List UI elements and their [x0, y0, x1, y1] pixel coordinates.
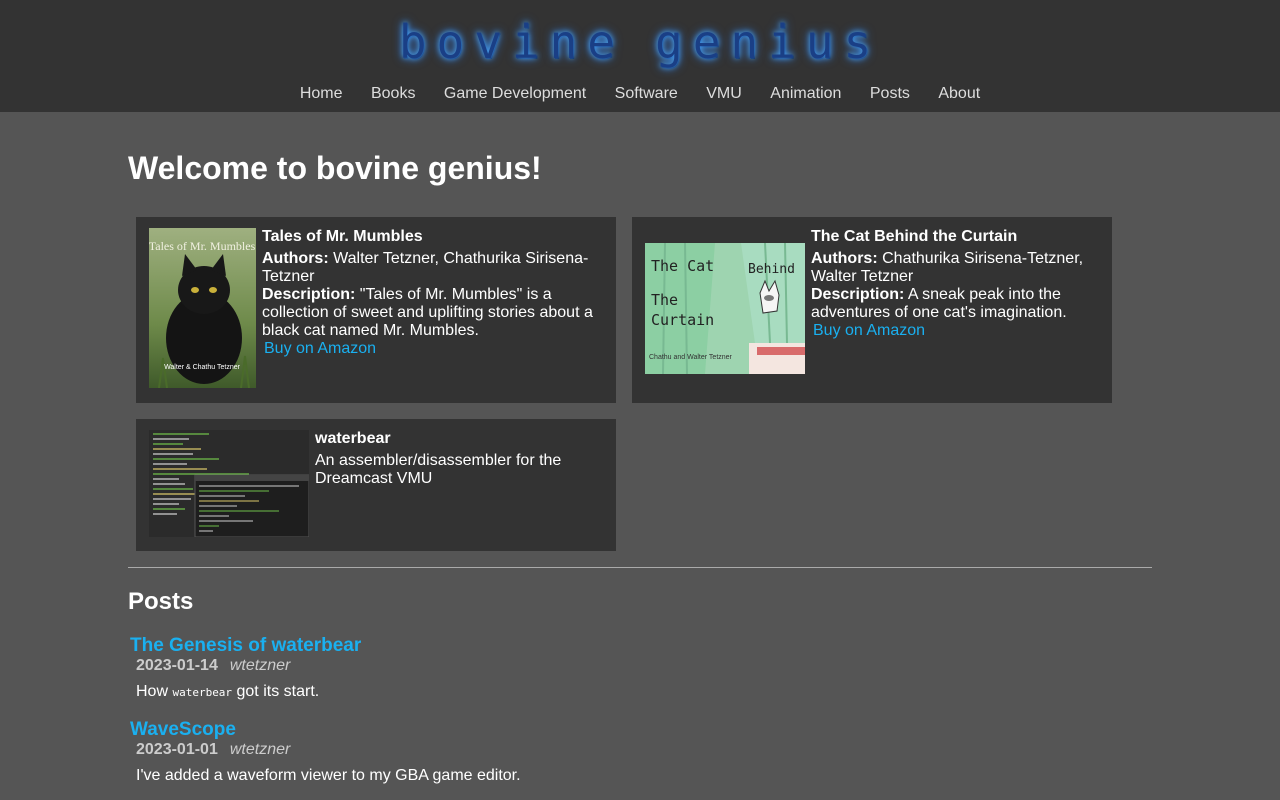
nav-animation[interactable]: Animation: [770, 84, 841, 104]
post-summary: How waterbear got its start.: [136, 683, 1030, 702]
book-info: Tales of Mr. Mumbles Authors: Walter Tet…: [262, 228, 602, 358]
book-cover-cat-behind-curtain[interactable]: The Cat Behind The Curtain Chathu and Wa…: [645, 243, 805, 374]
book-card-mr-mumbles: Tales of Mr. Mumbles Walter & Chathu Tet…: [136, 217, 616, 403]
post-date: 2023-01-14: [136, 657, 218, 674]
black-cat-cover-image: Tales of Mr. Mumbles Walter & Chathu Tet…: [149, 228, 256, 388]
waterbear-screenshot[interactable]: [149, 430, 309, 537]
authors-label: Authors:: [811, 250, 878, 267]
post-meta: 2023-01-14 wtetzner: [136, 657, 1030, 675]
cover-text-the-cat: The Cat: [651, 257, 714, 275]
buy-on-amazon-link[interactable]: Buy on Amazon: [813, 322, 925, 340]
book-description: Description: "Tales of Mr. Mumbles" is a…: [262, 286, 602, 340]
summary-code: waterbear: [172, 686, 233, 699]
software-info: waterbear An assembler/disassembler for …: [315, 430, 605, 488]
summary-text: got its start.: [232, 683, 320, 700]
post-summary: I've added a waveform viewer to my GBA g…: [136, 767, 521, 784]
book-info: The Cat Behind the Curtain Authors: Chat…: [811, 228, 1101, 340]
post-title-link[interactable]: The Genesis of waterbear: [130, 635, 361, 656]
book-card-cat-behind-curtain: The Cat Behind The Curtain Chathu and Wa…: [632, 217, 1112, 403]
posts-heading: Posts: [128, 588, 194, 615]
nav-posts[interactable]: Posts: [870, 84, 910, 104]
code-editor-screenshot-image: [149, 430, 309, 537]
book-title: Tales of Mr. Mumbles: [262, 228, 423, 245]
post-item: The Genesis of waterbear 2023-01-14 wtetz…: [130, 635, 1030, 702]
post-title-link[interactable]: WaveScope: [130, 719, 236, 740]
summary-text: How: [136, 683, 173, 700]
authors-label: Authors:: [262, 250, 329, 267]
cover-text-curtain: Curtain: [651, 311, 714, 329]
description-label: Description:: [262, 286, 356, 303]
nav-books[interactable]: Books: [371, 84, 415, 104]
cover-text-behind: Behind: [748, 262, 795, 277]
cover-author-text: Chathu and Walter Tetzner: [649, 354, 733, 361]
post-author: wtetzner: [229, 657, 291, 674]
cover-author-text: Walter & Chathu Tetzner: [164, 364, 241, 371]
cover-title-text: Tales of Mr. Mumbles: [149, 239, 256, 253]
page-title: Welcome to bovine genius!: [128, 150, 542, 186]
nav-software[interactable]: Software: [615, 84, 678, 104]
post-item: WaveScope 2023-01-01 wtetzner I've added …: [130, 719, 1030, 785]
book-title: The Cat Behind the Curtain: [811, 228, 1018, 245]
nav-game-development[interactable]: Game Development: [444, 84, 586, 104]
post-author: wtetzner: [229, 741, 291, 758]
curtain-cat-cover-image: The Cat Behind The Curtain Chathu and Wa…: [645, 243, 805, 374]
logo-text-1: bovine: [398, 15, 625, 69]
main-nav: Home Books Game Development Software VMU…: [0, 84, 1280, 104]
logo-text-2: genius: [655, 15, 882, 69]
nav-about[interactable]: About: [938, 84, 980, 104]
buy-on-amazon-link[interactable]: Buy on Amazon: [264, 340, 376, 358]
nav-home[interactable]: Home: [300, 84, 343, 104]
section-divider: [128, 567, 1152, 568]
site-logo[interactable]: bovine genius: [0, 10, 1280, 74]
post-meta: 2023-01-01 wtetzner: [136, 741, 1030, 759]
software-card-waterbear: waterbear An assembler/disassembler for …: [136, 419, 616, 551]
software-description: An assembler/disassembler for the Dreamc…: [315, 452, 562, 487]
software-title: waterbear: [315, 430, 391, 447]
book-authors: Authors: Walter Tetzner, Chathurika Siri…: [262, 250, 602, 286]
book-cover-mr-mumbles[interactable]: Tales of Mr. Mumbles Walter & Chathu Tet…: [149, 228, 256, 388]
cover-text-the: The: [651, 291, 678, 309]
book-authors: Authors: Chathurika Sirisena-Tetzner, Wa…: [811, 250, 1101, 286]
post-date: 2023-01-01: [136, 741, 218, 758]
site-header: bovine genius Home Books Game Development…: [0, 0, 1280, 112]
description-label: Description:: [811, 286, 905, 303]
nav-vmu[interactable]: VMU: [706, 84, 742, 104]
book-description: Description: A sneak peak into the adven…: [811, 286, 1101, 322]
